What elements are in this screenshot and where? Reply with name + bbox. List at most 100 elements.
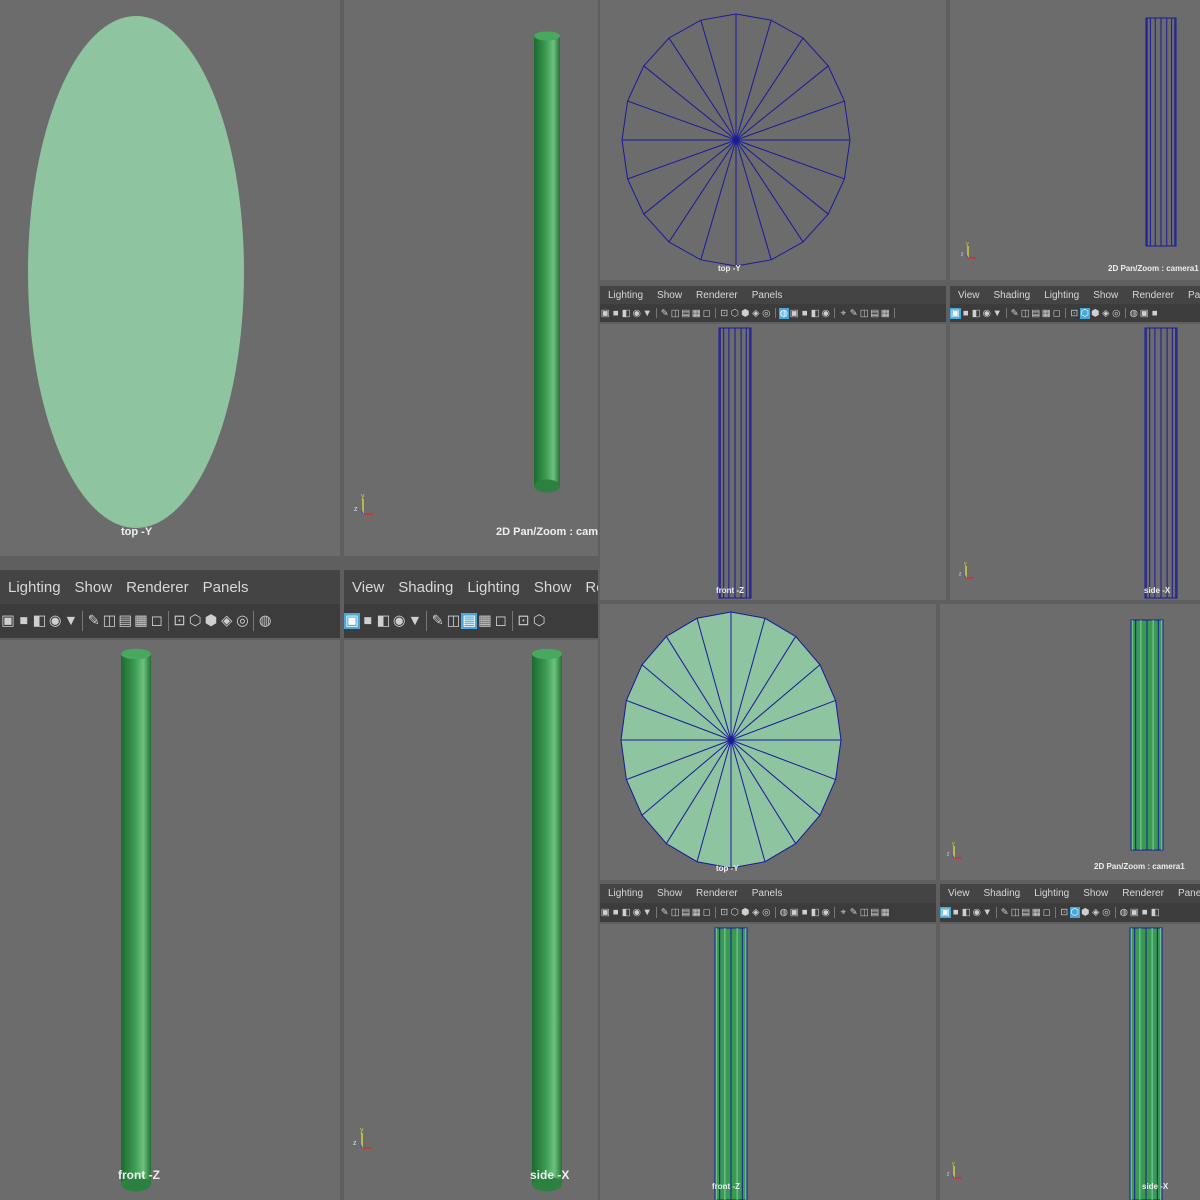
camera-icon[interactable]: ◻ [149,613,165,629]
resolution-gate-icon[interactable]: ⬢ [740,308,751,319]
smooth-shade-icon[interactable]: ✎ [660,308,671,319]
menu-view[interactable]: View [352,579,384,596]
wireframe-icon[interactable]: ◈ [1091,907,1102,918]
film-gate-icon[interactable]: ◉ [47,613,63,629]
resolution-gate-icon[interactable]: ▼ [982,907,993,918]
texture-icon[interactable]: ◫ [670,308,681,319]
texture-icon[interactable]: ◫ [102,613,118,629]
menu-show[interactable]: Show [534,579,572,596]
viewport-front-wire[interactable]: front -Z [600,324,946,600]
resolution-gate-icon[interactable]: ⬢ [740,907,751,918]
menu-lighting[interactable]: Lighting [1034,888,1069,899]
smooth-shade-icon[interactable]: ✎ [1000,907,1011,918]
smooth-shade-icon[interactable]: ✎ [1010,308,1021,319]
camera-icon[interactable]: ▣ [950,307,961,319]
bookmark-icon[interactable]: ■ [611,907,622,918]
camera-icon[interactable]: ■ [1150,308,1161,319]
wireframe-icon[interactable]: ◈ [751,308,762,319]
bookmark-icon[interactable]: ■ [360,613,376,629]
menu-shading[interactable]: Shading [994,290,1031,301]
resolution-gate-icon[interactable]: ⌖ [838,907,849,918]
bookmark-icon[interactable]: ◧ [1150,907,1161,918]
film-gate-icon[interactable]: ◉ [391,613,407,629]
smooth-shade-icon[interactable]: ✎ [660,907,671,918]
resolution-gate-icon[interactable]: ▼ [642,308,653,319]
bookmark-icon[interactable]: ◧ [810,308,821,319]
camera-icon[interactable]: ◻ [702,907,713,918]
menu-renderer[interactable]: Renderer [126,579,189,596]
grid-icon[interactable]: ⊡ [1069,308,1080,319]
camera-icon[interactable]: ◻ [1052,308,1063,319]
menu-shading[interactable]: Shading [984,888,1021,899]
resolution-gate-icon[interactable]: ▼ [63,613,79,629]
light-icon[interactable]: ▤ [1031,308,1042,319]
smooth-shade-icon[interactable]: ◎ [761,308,772,319]
light-icon[interactable]: ◍ [778,307,789,319]
isolate-icon[interactable]: ▦ [1041,308,1052,319]
film-gate-icon[interactable]: ◉ [632,907,643,918]
resolution-gate-icon[interactable]: ⬢ [1080,907,1091,918]
camera-icon[interactable]: ▣ [940,907,951,918]
camera-icon[interactable]: ■ [1140,907,1151,918]
film-gate-icon[interactable]: ◉ [982,308,993,319]
viewport-persp-wire[interactable]: y z 2D Pan/Zoom : camera1 [950,0,1200,280]
bookmark-icon[interactable]: ■ [961,308,972,319]
isolate-icon[interactable]: ▦ [133,613,149,629]
menu-panels[interactable]: Panels [752,290,783,301]
isolate-icon[interactable]: ▦ [1031,907,1042,918]
menu-lighting[interactable]: Lighting [1044,290,1079,301]
grid-icon[interactable]: ◧ [621,308,632,319]
light-icon[interactable]: ◍ [1129,308,1140,319]
isolate-icon[interactable]: ▦ [477,613,493,629]
camera-icon[interactable]: ◻ [493,613,509,629]
menu-lighting[interactable]: Lighting [467,579,520,596]
menu-show[interactable]: Show [1083,888,1108,899]
resolution-gate-icon[interactable]: ▼ [407,613,423,629]
isolate-icon[interactable]: ▣ [789,907,800,918]
menu-lighting[interactable]: Lighting [8,579,61,596]
camera-icon[interactable]: ■ [800,907,811,918]
menu-view[interactable]: View [948,888,970,899]
smooth-shade-icon[interactable]: ✎ [430,613,446,629]
bookmark-icon[interactable]: ■ [611,308,622,319]
viewport-side-shaded[interactable]: y z side -X [344,640,598,1200]
resolution-gate-icon[interactable]: ⬢ [1090,308,1101,319]
camera-icon[interactable]: ◻ [702,308,713,319]
grid-icon[interactable]: ⊡ [719,308,730,319]
resolution-gate-icon[interactable]: ⬢ [203,613,219,629]
wireframe-icon[interactable]: ✎ [849,308,860,319]
camera-icon[interactable]: ▣ [344,613,360,629]
texture-icon[interactable]: ◫ [670,907,681,918]
texture-icon[interactable]: ◫ [446,613,462,629]
light-icon[interactable]: ◍ [1119,907,1130,918]
isolate-icon[interactable]: ▣ [789,308,800,319]
menu-view[interactable]: View [958,290,980,301]
menu-panels[interactable]: Panels [752,888,783,899]
menu-show[interactable]: Show [657,888,682,899]
viewport-side-wireshaded[interactable]: y z side -X [940,924,1200,1200]
smooth-shade-icon[interactable]: ✎ [86,613,102,629]
light-icon[interactable]: ◍ [779,907,790,918]
film-gate-icon[interactable]: ⬡ [1069,907,1080,918]
grid-icon[interactable]: ◧ [32,613,48,629]
isolate-icon[interactable]: ▣ [1139,308,1150,319]
camera-icon[interactable]: ▣ [0,613,16,629]
isolate-icon[interactable]: ▦ [691,907,702,918]
menu-panels[interactable]: Panels [1188,290,1200,301]
menu-renderer[interactable]: Renderer [1132,290,1174,301]
film-gate-icon[interactable]: ⬡ [730,308,741,319]
viewport-persp-shaded[interactable]: yz 2D Pan/Zoom : camera1 [344,0,598,556]
menu-renderer[interactable]: Renderer [696,290,738,301]
menu-renderer[interactable]: Renderer [696,888,738,899]
light-icon[interactable]: ▤ [117,613,133,629]
menu-renderer[interactable]: Renderer [1122,888,1164,899]
viewport-front-shaded[interactable]: front -Z [0,640,340,1200]
menu-show[interactable]: Show [75,579,113,596]
menu-panels[interactable]: Panels [1178,888,1200,899]
viewport-top-wire[interactable]: top -Y [600,0,946,280]
light-icon[interactable]: ▦ [880,907,891,918]
grid-icon[interactable]: ⊡ [172,613,188,629]
menu-lighting[interactable]: Lighting [608,290,643,301]
film-gate-icon[interactable]: ◉ [972,907,983,918]
grid-icon[interactable]: ◧ [621,907,632,918]
